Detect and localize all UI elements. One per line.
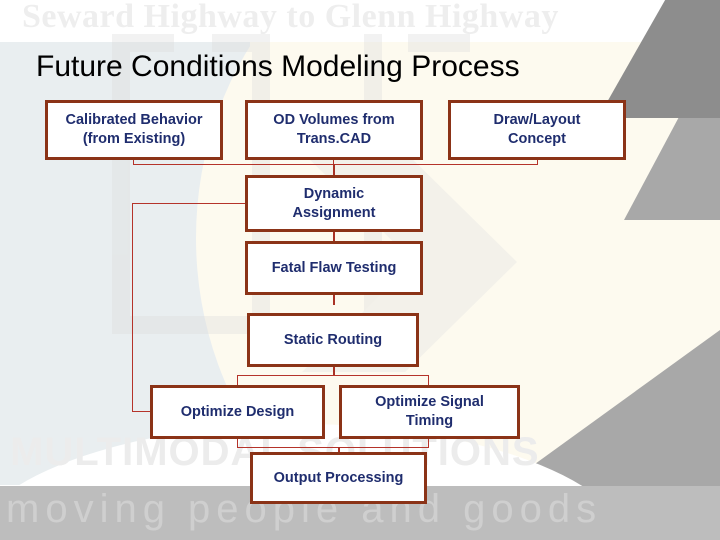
node-fatal-flaw-testing[interactable]: Fatal Flaw Testing bbox=[245, 241, 423, 295]
node-dynamic-assignment-line2: Assignment bbox=[292, 204, 376, 221]
node-calibrated-behavior-line2: (from Existing) bbox=[82, 131, 186, 147]
node-od-volumes-line1: OD Volumes from bbox=[273, 112, 395, 129]
node-dynamic-assignment-line1: Dynamic bbox=[303, 185, 365, 202]
page-title: Future Conditions Modeling Process bbox=[36, 50, 520, 83]
node-output-processing[interactable]: Output Processing bbox=[250, 452, 427, 504]
header-watermark-text: Seward Highway to Glenn Highway bbox=[22, 0, 559, 35]
node-calibrated-behavior[interactable]: Calibrated Behavior (from Existing) bbox=[45, 100, 223, 160]
node-optimize-signal-timing-line1: Optimize Signal bbox=[375, 394, 484, 411]
slide-canvas: Seward Highway to Glenn Highway MULTIMOD… bbox=[0, 0, 720, 540]
node-fatal-flaw-testing-line1: Fatal Flaw Testing bbox=[271, 259, 397, 276]
node-calibrated-behavior-line1: Calibrated Behavior bbox=[65, 112, 203, 129]
node-optimize-signal-timing[interactable]: Optimize Signal Timing bbox=[339, 385, 520, 439]
node-draw-layout-concept-line1: Draw/Layout bbox=[493, 112, 581, 129]
connector-feedback-top bbox=[132, 203, 246, 204]
node-optimize-design[interactable]: Optimize Design bbox=[150, 385, 325, 439]
connector-feedback-vertical bbox=[132, 203, 133, 411]
node-static-routing[interactable]: Static Routing bbox=[247, 313, 419, 367]
node-draw-layout-concept[interactable]: Draw/Layout Concept bbox=[448, 100, 626, 160]
node-od-volumes[interactable]: OD Volumes from Trans.CAD bbox=[245, 100, 423, 160]
node-static-routing-line1: Static Routing bbox=[283, 331, 383, 348]
node-output-processing-line1: Output Processing bbox=[273, 469, 404, 486]
node-optimize-design-line1: Optimize Design bbox=[180, 403, 295, 420]
connector-static-split-bus bbox=[237, 375, 429, 376]
connector-row1-bus bbox=[133, 164, 538, 165]
connector-optimize-bus bbox=[237, 447, 429, 448]
node-od-volumes-line2: Trans.CAD bbox=[296, 131, 372, 147]
node-draw-layout-concept-line2: Concept bbox=[507, 131, 566, 147]
node-dynamic-assignment[interactable]: Dynamic Assignment bbox=[245, 175, 423, 232]
node-optimize-signal-timing-line2: Timing bbox=[405, 413, 454, 429]
